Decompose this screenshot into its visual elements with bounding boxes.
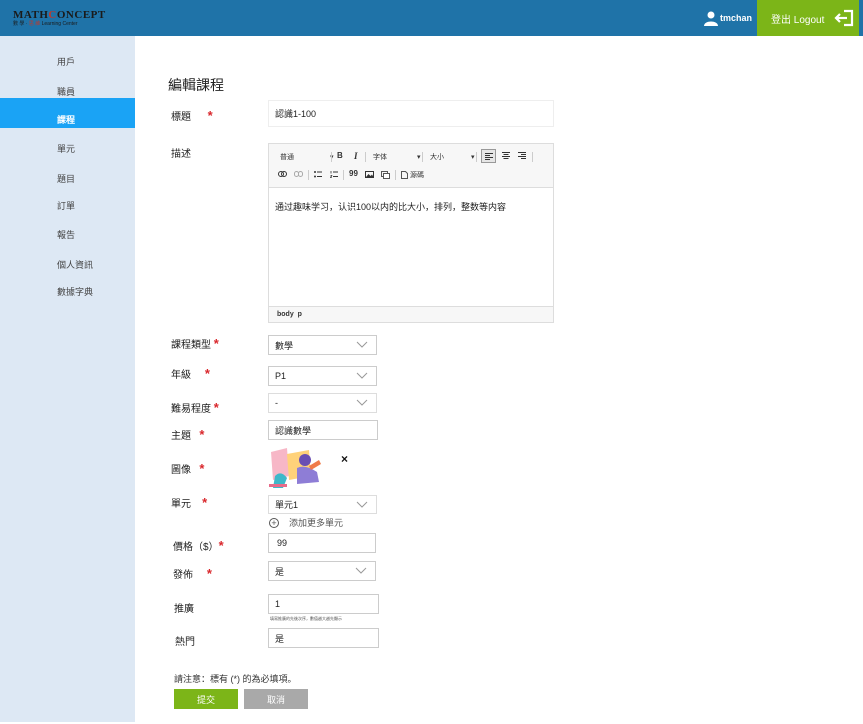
- italic-button[interactable]: I: [354, 151, 358, 161]
- unit-label: 單元 *: [171, 495, 208, 510]
- user-icon: [704, 11, 718, 26]
- sidebar-item-profile[interactable]: 個人資訊: [0, 251, 135, 279]
- sidebar: 用戶 職員 課程 單元 題目 訂單 報告 個人資訊 數據字典: [0, 36, 135, 722]
- toolbar-divider: [365, 152, 366, 162]
- chevron-down-icon: ▾: [471, 154, 475, 161]
- promote-label: 推廣: [174, 604, 194, 615]
- toolbar-divider: [422, 152, 423, 162]
- font-select[interactable]: 字体 ▾: [373, 152, 425, 162]
- rich-text-editor[interactable]: 普通▾ B I 字体▾ 大小▾ 99: [268, 143, 554, 323]
- source-icon: [401, 171, 408, 179]
- source-button[interactable]: 源碼: [401, 170, 424, 180]
- editor-content[interactable]: 通过趣味学习，认识100以内的比大小，排列，整数等内容: [275, 200, 506, 213]
- chevron-down-icon: [356, 372, 368, 379]
- sidebar-item-dictionary[interactable]: 數據字典: [0, 278, 135, 306]
- publish-select[interactable]: 是: [268, 561, 376, 581]
- username: tmchan: [720, 13, 753, 23]
- toolbar-divider: [343, 170, 344, 180]
- title-label: 標題 *: [171, 108, 213, 123]
- bold-button[interactable]: B: [337, 151, 343, 160]
- bullet-list-icon: [314, 171, 322, 178]
- price-label: 價格（$）*: [173, 538, 224, 553]
- toolbar-divider: [331, 152, 332, 162]
- bullet-list-button[interactable]: [314, 171, 322, 178]
- editor-toolbar: 普通▾ B I 字体▾ 大小▾ 99: [269, 144, 553, 188]
- promote-hint: 填寫推廣的先後次序，數值越大越先顯示: [270, 616, 342, 621]
- image-label: 圖像 *: [171, 461, 205, 476]
- sidebar-item-questions[interactable]: 題目: [0, 165, 135, 193]
- page-title: 編輯課程: [168, 77, 224, 93]
- main-panel: [135, 36, 860, 722]
- description-label: 描述: [171, 149, 191, 160]
- sidebar-item-courses[interactable]: 課程: [0, 98, 135, 128]
- top-header: MATHCONCEPT 數 學 · 思 維 Learning Center tm…: [0, 0, 863, 36]
- numbered-list-button[interactable]: [330, 171, 338, 178]
- required-fields-note: 請注意：標有 (*) 的為必填項。: [174, 674, 297, 684]
- align-left-icon: [484, 152, 493, 160]
- format-select[interactable]: 普通▾: [280, 152, 336, 162]
- link-icon: [278, 171, 287, 177]
- course-image-thumbnail: [267, 446, 323, 492]
- link-button[interactable]: [278, 171, 287, 177]
- grade-select[interactable]: P1: [268, 366, 377, 386]
- course-type-select[interactable]: 數學: [268, 335, 377, 355]
- align-right-icon: [518, 152, 526, 159]
- topic-input[interactable]: 認識數學: [268, 420, 378, 440]
- topic-label: 主題 *: [171, 427, 205, 442]
- editor-element-path: body p: [269, 306, 553, 322]
- add-circle-icon: +: [269, 517, 279, 528]
- align-center-icon: [502, 152, 510, 159]
- toolbar-divider: [476, 152, 477, 162]
- user-menu[interactable]: tmchan: [704, 10, 752, 26]
- chevron-down-icon: [356, 399, 368, 406]
- embed-icon: [381, 171, 390, 179]
- sidebar-item-users[interactable]: 用戶: [0, 48, 135, 76]
- price-input[interactable]: 99: [268, 533, 376, 553]
- grade-label: 年級 *: [171, 366, 210, 381]
- logo[interactable]: MATHCONCEPT 數 學 · 思 維 Learning Center: [13, 9, 113, 29]
- logo-subtitle: 數 學 · 思 維 Learning Center: [13, 21, 78, 27]
- title-input[interactable]: 認識1-100: [268, 100, 554, 127]
- cancel-button[interactable]: 取消: [244, 689, 308, 709]
- sidebar-item-units[interactable]: 單元: [0, 135, 135, 163]
- toolbar-divider: [532, 152, 533, 162]
- difficulty-label: 難易程度 *: [171, 400, 219, 415]
- unlink-icon: [294, 171, 303, 177]
- submit-button[interactable]: 提交: [174, 689, 238, 709]
- sidebar-item-reports[interactable]: 報告: [0, 221, 135, 249]
- course-type-label: 課程類型 *: [171, 336, 219, 351]
- size-select[interactable]: 大小 ▾: [430, 152, 480, 162]
- chevron-down-icon: [356, 501, 368, 508]
- publish-label: 發佈 *: [173, 566, 212, 581]
- align-right-button[interactable]: [518, 152, 526, 159]
- unlink-button[interactable]: [294, 171, 303, 177]
- numbered-list-icon: [330, 171, 338, 178]
- logout-button[interactable]: 登出 Logout: [757, 0, 859, 36]
- logout-icon: [834, 9, 854, 27]
- toolbar-divider: [395, 170, 396, 180]
- logo-brand: MATHCONCEPT: [13, 9, 106, 21]
- logout-label: 登出 Logout: [771, 14, 825, 26]
- popular-label: 熱門: [175, 637, 195, 648]
- sidebar-item-orders[interactable]: 訂單: [0, 192, 135, 220]
- blockquote-button[interactable]: 99: [349, 169, 358, 178]
- promote-input[interactable]: 1: [268, 594, 379, 614]
- add-more-units-link[interactable]: + 添加更多單元: [269, 516, 343, 529]
- align-left-button[interactable]: [481, 149, 496, 163]
- popular-input[interactable]: 是: [268, 628, 379, 648]
- toolbar-divider: [308, 170, 309, 180]
- add-more-units-label: 添加更多單元: [289, 518, 344, 528]
- image-icon: [365, 171, 374, 178]
- difficulty-select[interactable]: -: [268, 393, 377, 413]
- chevron-down-icon: [355, 567, 367, 574]
- remove-image-button[interactable]: ×: [341, 452, 348, 466]
- chevron-down-icon: ▾: [417, 154, 421, 161]
- unit-select[interactable]: 單元1: [268, 495, 377, 514]
- embed-button[interactable]: [381, 171, 390, 179]
- align-center-button[interactable]: [502, 152, 510, 159]
- image-button[interactable]: [365, 171, 374, 178]
- chevron-down-icon: [356, 341, 368, 348]
